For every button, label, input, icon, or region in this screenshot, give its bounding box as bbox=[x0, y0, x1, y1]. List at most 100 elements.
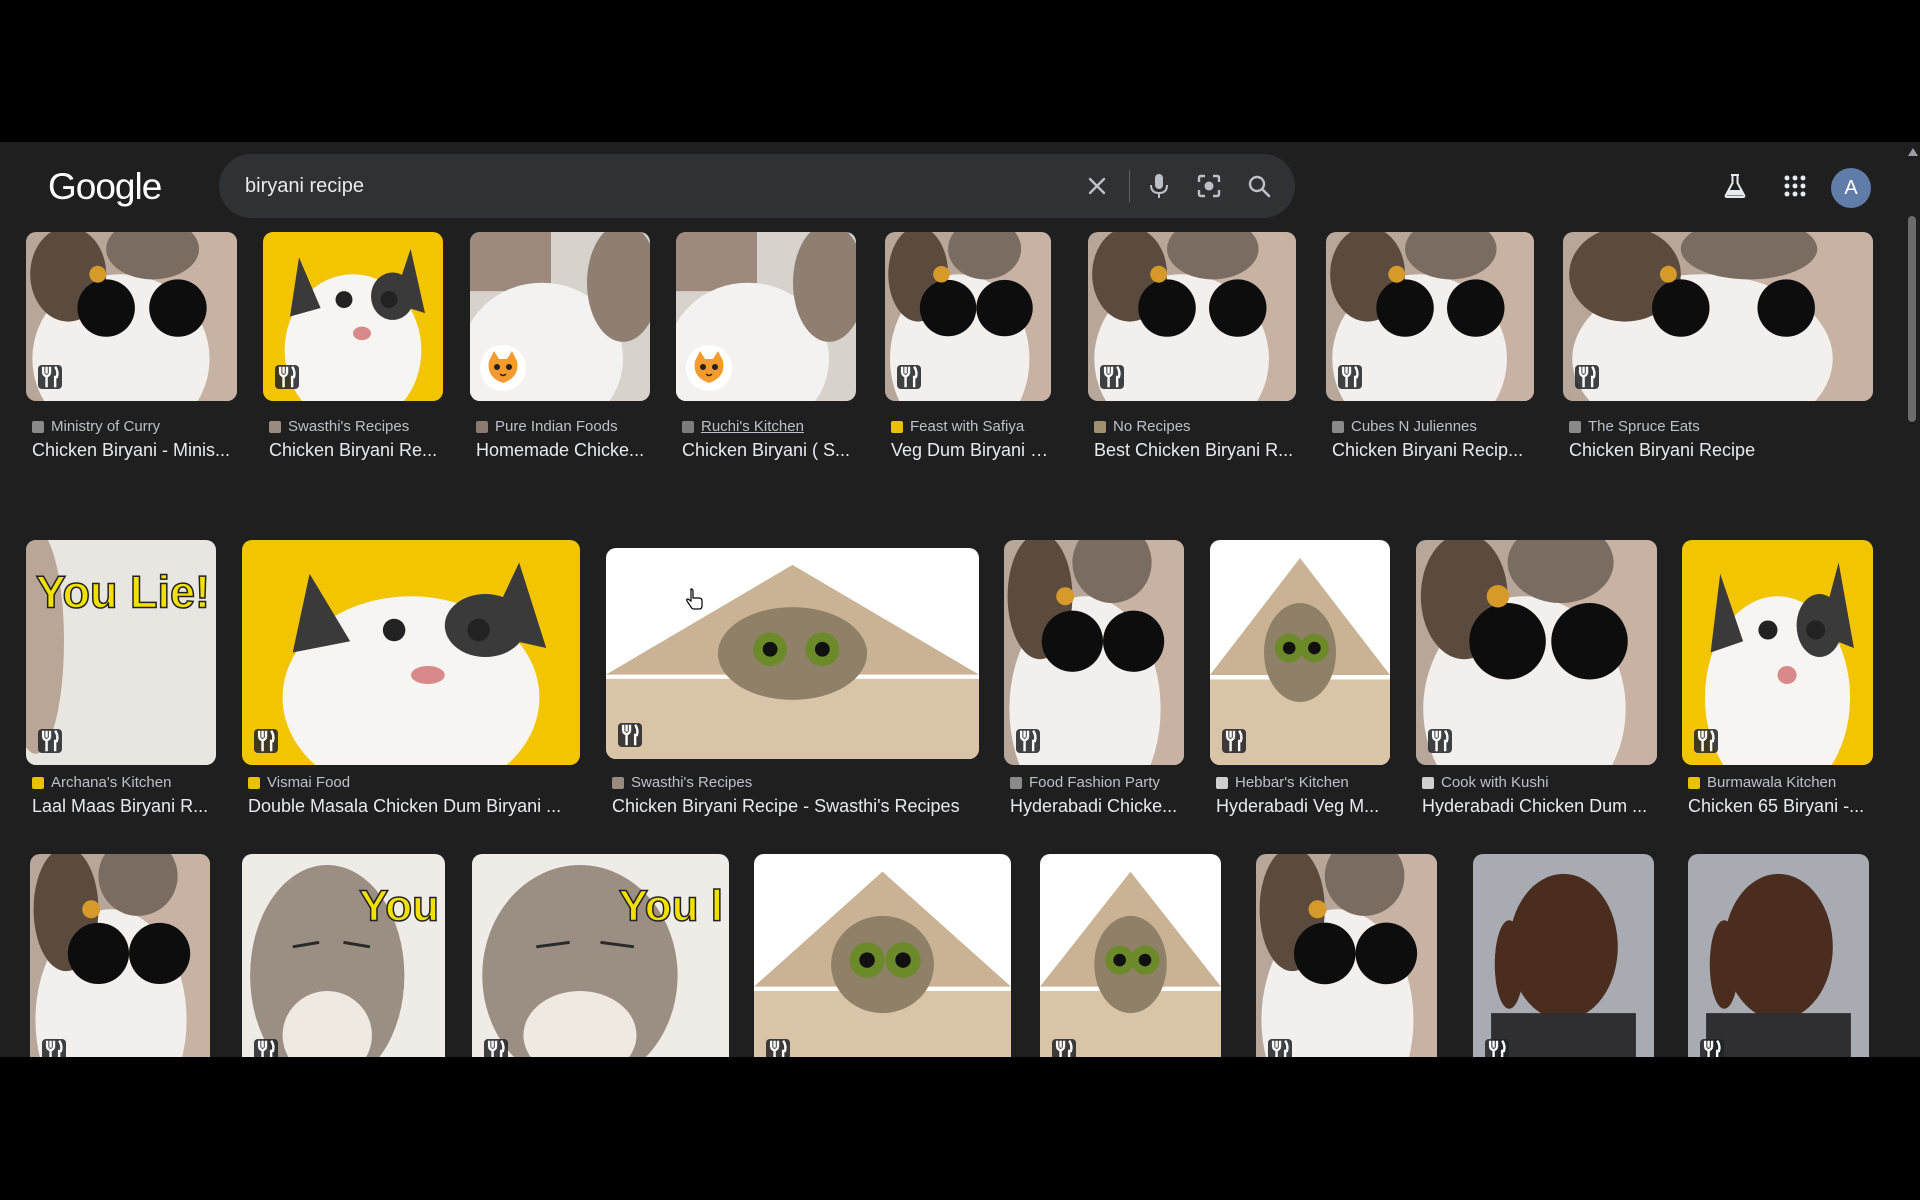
close-icon[interactable] bbox=[1081, 170, 1113, 202]
source-name[interactable]: Cubes N Juliennes bbox=[1351, 418, 1477, 435]
source-name[interactable]: Cook with Kushi bbox=[1441, 774, 1549, 791]
image-result-card[interactable]: Pure Indian Foods Homemade Chicke... bbox=[470, 232, 650, 522]
image-result-card[interactable]: The Spruce Eats Chicken Biryani Recipe bbox=[1563, 232, 1873, 522]
source-name[interactable]: Ministry of Curry bbox=[51, 418, 160, 435]
source-name[interactable]: Burmawala Kitchen bbox=[1707, 774, 1836, 791]
scrollbar[interactable] bbox=[1904, 142, 1920, 1057]
result-thumbnail[interactable] bbox=[676, 232, 856, 401]
result-title[interactable]: Hyderabadi Veg M... bbox=[1216, 796, 1390, 817]
image-result-card[interactable]: Ruchi's Kitchen Chicken Biryani ( S... bbox=[676, 232, 856, 522]
result-source[interactable]: Archana's Kitchen bbox=[32, 774, 216, 791]
source-name[interactable]: No Recipes bbox=[1113, 418, 1191, 435]
result-title[interactable]: Chicken Biryani ( S... bbox=[682, 440, 856, 461]
image-result-card[interactable]: You Lie! Archana's Kitchen Laal Maas Birya… bbox=[26, 540, 216, 830]
result-thumbnail[interactable] bbox=[606, 548, 979, 759]
result-source[interactable]: Food Fashion Party bbox=[1010, 774, 1184, 791]
result-title[interactable]: Chicken Biryani Re... bbox=[269, 440, 443, 461]
image-result-card[interactable]: Hebbar's Kitchen Hyderabadi Veg M... bbox=[1210, 540, 1390, 830]
result-thumbnail[interactable] bbox=[1563, 232, 1873, 401]
image-result-card[interactable]: Feast with Safiya Veg Dum Biryani | ... bbox=[885, 232, 1051, 522]
result-thumbnail[interactable]: You Lie! bbox=[26, 540, 216, 765]
source-name[interactable]: Ruchi's Kitchen bbox=[701, 418, 804, 435]
result-thumbnail[interactable] bbox=[885, 232, 1051, 401]
scroll-up-arrow-icon[interactable] bbox=[1908, 148, 1918, 156]
result-thumbnail[interactable] bbox=[1473, 854, 1654, 1057]
result-title[interactable]: Laal Maas Biryani R... bbox=[32, 796, 216, 817]
image-result-card[interactable]: YouPadhuskitchen bbox=[242, 850, 445, 1057]
source-name[interactable]: Pure Indian Foods bbox=[495, 418, 618, 435]
result-thumbnail[interactable] bbox=[754, 854, 1011, 1057]
result-thumbnail[interactable] bbox=[30, 854, 210, 1057]
result-thumbnail[interactable] bbox=[26, 232, 237, 401]
source-name[interactable]: Feast with Safiya bbox=[910, 418, 1024, 435]
result-title[interactable]: Best Chicken Biryani R... bbox=[1094, 440, 1296, 461]
result-thumbnail[interactable] bbox=[242, 540, 580, 765]
microphone-icon[interactable] bbox=[1143, 170, 1175, 202]
result-thumbnail[interactable] bbox=[1210, 540, 1390, 765]
result-source[interactable]: Ruchi's Kitchen bbox=[682, 418, 856, 435]
image-result-card[interactable]: You lSwasthi's Recipes bbox=[472, 850, 729, 1057]
result-thumbnail[interactable] bbox=[1040, 854, 1221, 1057]
result-source[interactable]: Cook with Kushi bbox=[1422, 774, 1657, 791]
source-name[interactable]: Vismai Food bbox=[267, 774, 350, 791]
result-title[interactable]: Chicken Biryani Recipe - Swasthi's Recip… bbox=[612, 796, 979, 817]
result-thumbnail[interactable] bbox=[1416, 540, 1657, 765]
result-title[interactable]: Chicken Biryani Recip... bbox=[1332, 440, 1534, 461]
source-name[interactable]: Hebbar's Kitchen bbox=[1235, 774, 1349, 791]
result-source[interactable]: No Recipes bbox=[1094, 418, 1296, 435]
result-source[interactable]: Swasthi's Recipes bbox=[269, 418, 443, 435]
result-source[interactable]: Cubes N Juliennes bbox=[1332, 418, 1534, 435]
result-thumbnail[interactable] bbox=[1256, 854, 1437, 1057]
image-result-card[interactable]: The Forked Spoon bbox=[1256, 850, 1437, 1057]
image-result-card[interactable]: Kannamma Cooks bbox=[754, 850, 1011, 1057]
source-name[interactable]: Food Fashion Party bbox=[1029, 774, 1160, 791]
result-source[interactable]: Pure Indian Foods bbox=[476, 418, 650, 435]
result-title[interactable]: Chicken 65 Biryani -... bbox=[1688, 796, 1873, 817]
source-name[interactable]: Archana's Kitchen bbox=[51, 774, 171, 791]
image-result-card[interactable]: Food Fashion Party Hyderabadi Chicke... bbox=[1004, 540, 1184, 830]
source-name[interactable]: Swasthi's Recipes bbox=[631, 774, 752, 791]
image-result-card[interactable]: Burmawala Kitchen Chicken 65 Biryani -... bbox=[1682, 540, 1873, 830]
image-result-card[interactable]: No Recipes Best Chicken Biryani R... bbox=[1088, 232, 1296, 522]
image-result-card[interactable]: Swasthi's Recipes Chicken Biryani Re... bbox=[263, 232, 443, 522]
result-source[interactable]: Vismai Food bbox=[248, 774, 580, 791]
google-logo[interactable]: Google bbox=[48, 166, 162, 208]
lens-icon[interactable] bbox=[1193, 170, 1225, 202]
result-thumbnail[interactable] bbox=[1088, 232, 1296, 401]
result-source[interactable]: Swasthi's Recipes bbox=[612, 774, 979, 791]
result-source[interactable]: The Spruce Eats bbox=[1569, 418, 1873, 435]
scrollbar-thumb[interactable] bbox=[1908, 216, 1916, 422]
result-title[interactable]: Chicken Biryani - Minis... bbox=[32, 440, 237, 461]
image-result-card[interactable]: Ministry of Curry Chicken Biryani - Minis… bbox=[26, 232, 237, 522]
search-input[interactable] bbox=[245, 154, 1045, 218]
image-result-card[interactable]: Cook with Kushi Hyderabadi Chicken Dum ..… bbox=[1416, 540, 1657, 830]
image-result-card[interactable]: Cubes N Juliennes Chicken Biryani Recip..… bbox=[1326, 232, 1534, 522]
source-name[interactable]: Swasthi's Recipes bbox=[288, 418, 409, 435]
result-source[interactable]: Feast with Safiya bbox=[891, 418, 1051, 435]
account-avatar[interactable]: A bbox=[1831, 168, 1871, 208]
labs-flask-icon[interactable] bbox=[1717, 168, 1753, 204]
result-thumbnail[interactable] bbox=[1326, 232, 1534, 401]
result-title[interactable]: Chicken Biryani Recipe bbox=[1569, 440, 1873, 461]
search-icon[interactable] bbox=[1243, 170, 1275, 202]
result-thumbnail[interactable] bbox=[1682, 540, 1873, 765]
image-result-card[interactable]: Epicurious bbox=[1040, 850, 1221, 1057]
source-name[interactable]: The Spruce Eats bbox=[1588, 418, 1700, 435]
result-thumbnail[interactable] bbox=[263, 232, 443, 401]
result-thumbnail[interactable]: You l bbox=[472, 854, 729, 1057]
result-thumbnail[interactable] bbox=[1688, 854, 1869, 1057]
result-thumbnail[interactable] bbox=[470, 232, 650, 401]
result-source[interactable]: Burmawala Kitchen bbox=[1688, 774, 1873, 791]
result-title[interactable]: Hyderabadi Chicken Dum ... bbox=[1422, 796, 1657, 817]
image-result-card[interactable]: Sharmis Passions bbox=[1473, 850, 1654, 1057]
result-thumbnail[interactable]: You bbox=[242, 854, 445, 1057]
image-result-card[interactable]: Art of Palate bbox=[1688, 850, 1869, 1057]
image-result-card[interactable]: Vismai Food Double Masala Chicken Dum Bir… bbox=[242, 540, 580, 830]
apps-grid-icon[interactable] bbox=[1777, 168, 1813, 204]
result-source[interactable]: Hebbar's Kitchen bbox=[1216, 774, 1390, 791]
result-title[interactable]: Veg Dum Biryani | ... bbox=[891, 440, 1051, 461]
result-title[interactable]: Homemade Chicke... bbox=[476, 440, 650, 461]
result-title[interactable]: Hyderabadi Chicke... bbox=[1010, 796, 1184, 817]
result-thumbnail[interactable] bbox=[1004, 540, 1184, 765]
image-result-card[interactable]: Swasthi's Recipes Chicken Biryani Recipe … bbox=[606, 540, 979, 830]
